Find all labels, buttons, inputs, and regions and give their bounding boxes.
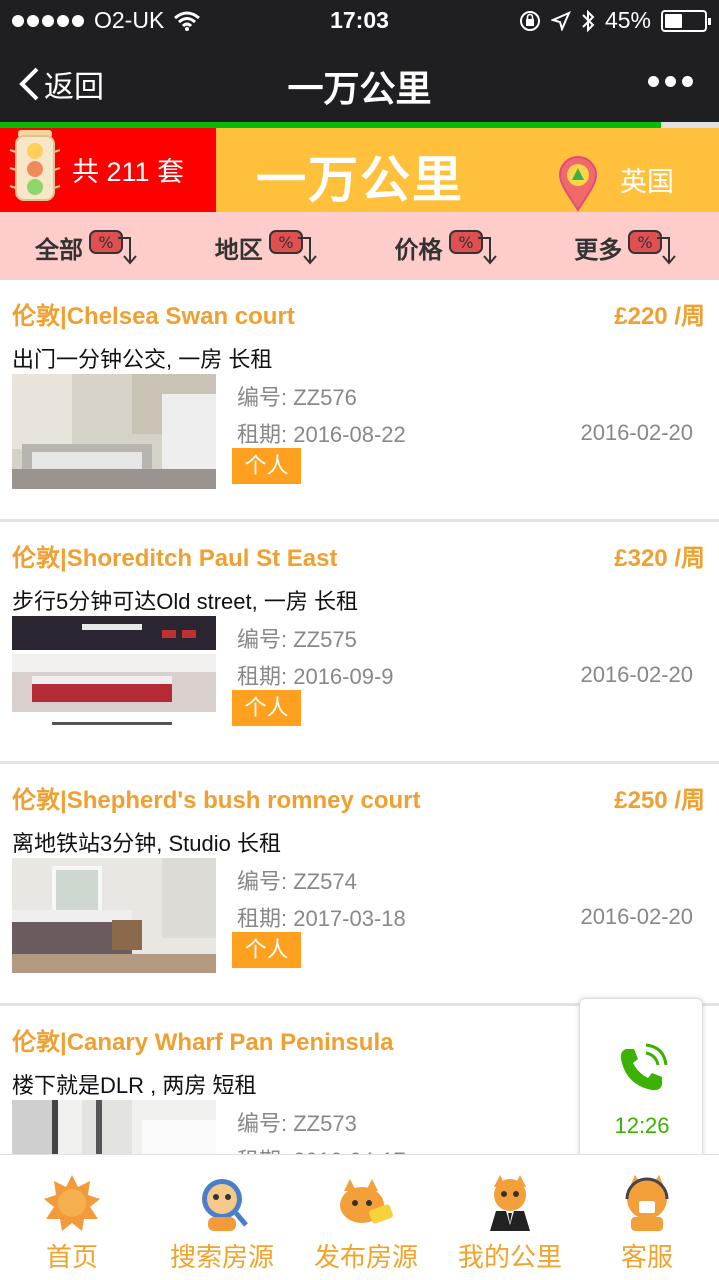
- owner-type-badge: 个人: [232, 932, 301, 968]
- location-icon: [550, 10, 571, 31]
- listing-count: 共 211 套: [72, 157, 185, 187]
- service-cat-icon: [625, 1175, 669, 1231]
- filter-label: 更多: [574, 237, 623, 264]
- tab-label: 搜索房源: [169, 1242, 274, 1272]
- phone-icon: [620, 1043, 668, 1091]
- filter-more[interactable]: 更多 %: [539, 212, 719, 280]
- country-selector[interactable]: 英国: [620, 160, 674, 199]
- banner-count-panel: 共 211 套: [0, 128, 216, 212]
- listing-photo: [12, 858, 216, 973]
- listing-title: 伦敦|Shoreditch Paul St East: [12, 545, 338, 572]
- status-bar: O2-UK 17:03 45%: [0, 0, 719, 40]
- profile-cat-icon: [490, 1175, 530, 1231]
- tab-post[interactable]: 发布房源: [294, 1155, 438, 1280]
- listing-date: 2016-02-20: [580, 904, 693, 929]
- arrow-down-icon: [118, 237, 137, 265]
- page-title: 一万公里: [287, 68, 432, 109]
- sun-logo-icon: [44, 1175, 100, 1231]
- listing-description: 离地铁站3分钟, Studio 长租: [12, 831, 281, 856]
- rotation-lock-icon: [519, 10, 540, 31]
- listing-term: 租期: 2016-04-17: [237, 1143, 406, 1154]
- filter-all[interactable]: 全部 %: [0, 212, 180, 280]
- listing-price: £220 /周: [614, 303, 705, 330]
- call-hours: 12:26: [614, 1113, 670, 1138]
- listing-term: 租期: 2016-09-9: [237, 664, 394, 689]
- map-pin-icon: [558, 156, 598, 212]
- dot: [682, 76, 693, 87]
- listing-title: 伦敦|Canary Wharf Pan Peninsula: [12, 1029, 394, 1056]
- status-right: 45%: [519, 7, 711, 34]
- arrow-down-icon: [297, 237, 317, 265]
- listing-price: £250 /周: [614, 787, 705, 814]
- search-cat-icon: [202, 1179, 248, 1231]
- tab-label: 我的公里: [457, 1242, 562, 1272]
- listing-card[interactable]: 伦敦|Chelsea Swan court £220 /周 出门一分钟公交, 一…: [0, 280, 719, 522]
- arrow-down-icon: [477, 237, 497, 265]
- listing-code: 编号: ZZ575: [237, 627, 357, 652]
- listing-date: 2016-02-20: [580, 420, 693, 445]
- listing-code: 编号: ZZ573: [237, 1111, 357, 1136]
- svg-text:%: %: [458, 233, 473, 252]
- tab-label: 客服: [620, 1242, 673, 1272]
- tab-search[interactable]: 搜索房源: [150, 1155, 294, 1280]
- listing-description: 步行5分钟可达Old street, 一房 长租: [12, 589, 358, 614]
- listing-photo: [12, 616, 216, 731]
- listing-price: £320 /周: [614, 545, 705, 572]
- dot: [665, 76, 676, 87]
- svg-text:%: %: [278, 233, 293, 252]
- owner-type-badge: 个人: [232, 690, 301, 726]
- banner-brand-panel: 一万公里 英国: [216, 128, 719, 212]
- tab-service[interactable]: 客服: [575, 1155, 719, 1280]
- listing-term: 租期: 2017-03-18: [237, 906, 406, 931]
- listing-description: 楼下就是DLR , 两房 短租: [12, 1073, 257, 1098]
- tab-label: 发布房源: [313, 1242, 418, 1272]
- listing-card[interactable]: 伦敦|Shoreditch Paul St East £320 /周 步行5分钟…: [0, 522, 719, 764]
- listing-photo: [12, 1100, 216, 1154]
- listing-title: 伦敦|Shepherd's bush romney court: [12, 787, 421, 814]
- listing-description: 出门一分钟公交, 一房 长租: [12, 347, 273, 372]
- tab-home[interactable]: 首页: [0, 1155, 144, 1280]
- arrow-down-icon: [657, 237, 677, 265]
- listing-code: 编号: ZZ574: [237, 869, 357, 894]
- tab-profile[interactable]: 我的公里: [438, 1155, 582, 1280]
- banner: 共 211 套 一万公里 英国: [0, 128, 719, 212]
- listing-photo: [12, 374, 216, 489]
- battery-percent: 45%: [604, 7, 651, 33]
- nav-bar: 返回 一万公里: [0, 40, 719, 122]
- filter-bar: 全部 % 地区 % 价格 % 更多 %: [0, 212, 719, 280]
- bluetooth-icon: [582, 9, 595, 32]
- listing-date: 2016-02-20: [580, 662, 693, 687]
- battery-fill: [665, 13, 683, 28]
- filter-label: 全部: [35, 237, 83, 264]
- bottom-tab-bar: 首页 搜索房源 发布房源 我的公里 客服: [0, 1154, 719, 1280]
- traffic-light-icon: [9, 130, 61, 201]
- call-button[interactable]: 12:26: [579, 998, 703, 1160]
- listing-term: 租期: 2016-08-22: [237, 422, 406, 447]
- battery-icon: [661, 9, 711, 32]
- listing-card[interactable]: 伦敦|Shepherd's bush romney court £250 /周 …: [0, 764, 719, 1006]
- svg-text:%: %: [638, 233, 653, 252]
- dot: [648, 76, 659, 87]
- tab-label: 首页: [45, 1242, 98, 1272]
- listing-title: 伦敦|Chelsea Swan court: [12, 303, 295, 330]
- listing-code: 编号: ZZ576: [237, 385, 357, 410]
- svg-text:%: %: [98, 233, 113, 252]
- filter-price[interactable]: 价格 %: [360, 212, 540, 280]
- filter-region[interactable]: 地区 %: [180, 212, 360, 280]
- more-menu-button[interactable]: [648, 76, 693, 87]
- brand-title: 一万公里: [256, 152, 464, 208]
- post-cat-icon: [340, 1179, 393, 1224]
- filter-label: 价格: [394, 237, 443, 264]
- owner-type-badge: 个人: [232, 448, 301, 484]
- filter-label: 地区: [214, 237, 263, 264]
